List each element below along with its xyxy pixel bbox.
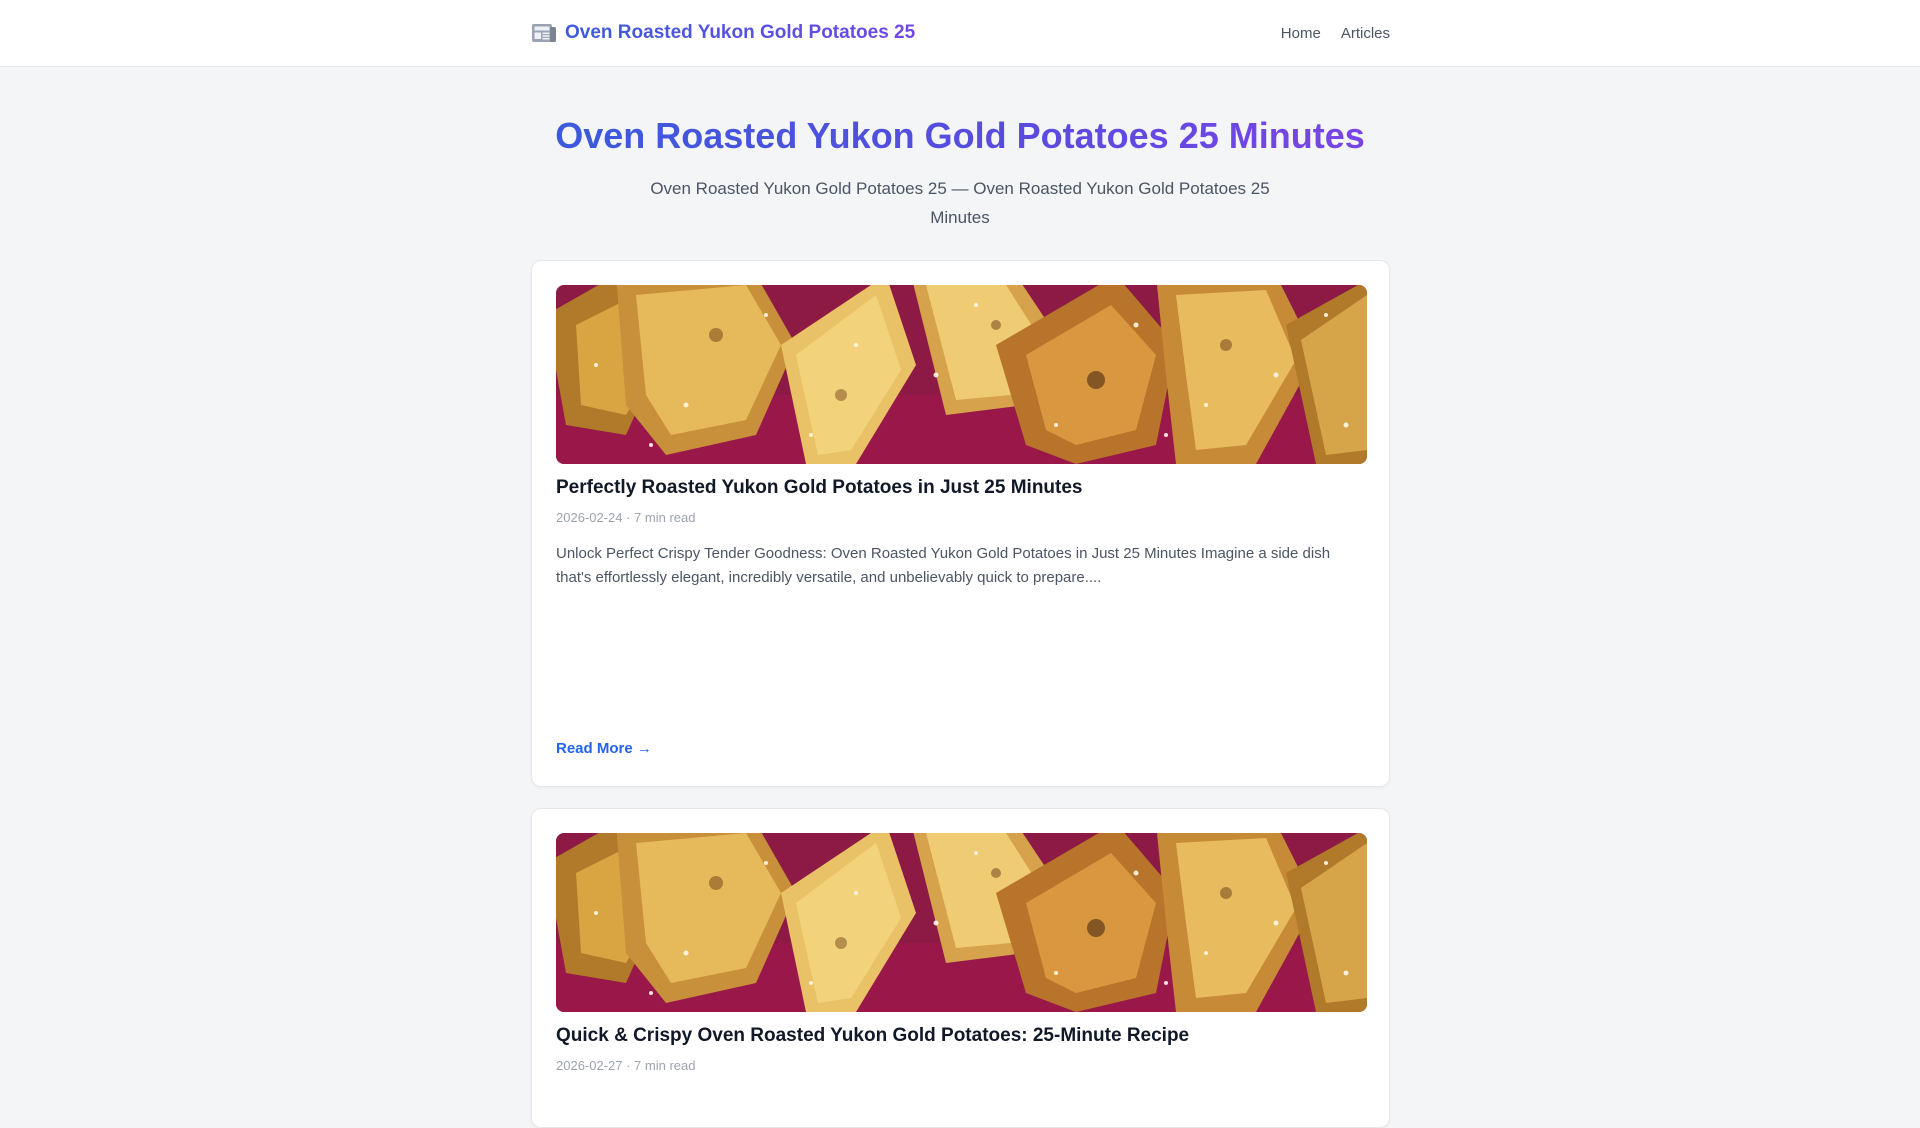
article-excerpt: Unlock Perfect Crispy Tender Goodness: O… [556, 545, 1331, 586]
brand-link[interactable]: Oven Roasted Yukon Gold Potatoes 25 [531, 22, 915, 44]
article-card: Quick & Crispy Oven Roasted Yukon Gold P… [531, 808, 1390, 1128]
article-meta: 2026-02-27 · 7 min read [556, 1058, 696, 1073]
article-image[interactable] [556, 833, 1367, 1012]
nav-home-link[interactable]: Home [1281, 25, 1321, 42]
article-title[interactable]: Quick & Crispy Oven Roasted Yukon Gold P… [556, 1023, 1365, 1049]
brand-title: Oven Roasted Yukon Gold Potatoes 25 [565, 22, 916, 43]
article-meta: 2026-02-24 · 7 min read [556, 510, 696, 525]
page-subtitle: Oven Roasted Yukon Gold Potatoes 25 — Ov… [650, 179, 1270, 227]
top-navbar: Oven Roasted Yukon Gold Potatoes 25 Home… [0, 0, 1920, 67]
read-more-link[interactable]: Read More → [556, 740, 652, 757]
article-image[interactable] [556, 285, 1367, 464]
article-card: Perfectly Roasted Yukon Gold Potatoes in… [531, 260, 1390, 787]
hero-section: Oven Roasted Yukon Gold Potatoes 25 Minu… [0, 110, 1920, 232]
navbar-inner: Oven Roasted Yukon Gold Potatoes 25 Home… [531, 0, 1390, 66]
page-title: Oven Roasted Yukon Gold Potatoes 25 Minu… [555, 110, 1365, 162]
newspaper-icon [531, 22, 557, 44]
main-nav: Home Articles [1281, 25, 1390, 42]
article-title[interactable]: Perfectly Roasted Yukon Gold Potatoes in… [556, 475, 1365, 501]
nav-articles-link[interactable]: Articles [1341, 25, 1390, 42]
